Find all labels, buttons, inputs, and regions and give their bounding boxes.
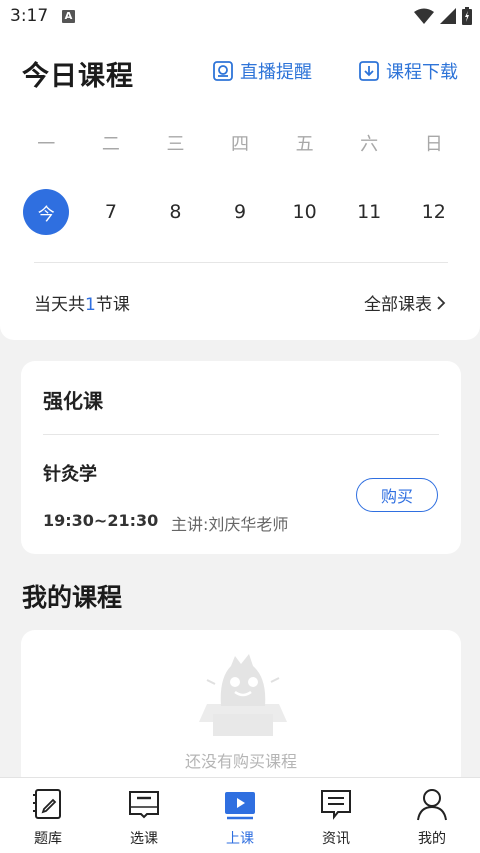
weekday-label: 日 <box>424 134 443 155</box>
notification-badge: A <box>62 10 75 23</box>
summary-prefix: 当天共 <box>34 295 85 315</box>
tab-class[interactable]: 上课 <box>192 778 288 853</box>
tab-label: 上课 <box>226 831 254 847</box>
weekday-label: 二 <box>101 134 120 155</box>
my-courses-empty-card: 还没有购买课程 <box>21 630 461 790</box>
weekday-label: 六 <box>360 134 379 155</box>
date-today[interactable]: 今 <box>14 189 79 235</box>
bottom-tab-bar: 题库 选课 上课 资讯 我的 <box>0 777 480 853</box>
course-download-button[interactable]: 课程下载 <box>358 58 458 84</box>
all-schedule-link[interactable]: 全部课表 <box>364 290 446 315</box>
date-cell[interactable]: 9 <box>208 189 273 235</box>
empty-state-text: 还没有购买课程 <box>184 752 297 771</box>
date-cell[interactable]: 8 <box>143 189 208 235</box>
date-cell[interactable]: 12 <box>401 189 466 235</box>
tab-profile[interactable]: 我的 <box>384 778 480 853</box>
weekday-row: 一 二 三 四 五 六 日 <box>14 130 466 156</box>
buy-button[interactable]: 购买 <box>356 478 438 512</box>
date-label: 7 <box>104 201 117 223</box>
status-time: 3:17 <box>10 6 49 26</box>
course-name[interactable]: 针灸学 <box>43 460 97 486</box>
course-select-icon <box>129 791 159 819</box>
summary-suffix: 节课 <box>95 295 130 315</box>
weekday-label: 三 <box>166 134 185 155</box>
play-class-icon <box>225 792 255 820</box>
divider <box>34 262 448 263</box>
live-reminder-button[interactable]: 直播提醒 <box>212 58 312 84</box>
date-label: 11 <box>357 201 382 223</box>
divider <box>43 434 439 435</box>
date-label: 9 <box>233 201 247 223</box>
question-bank-icon <box>33 789 61 819</box>
live-reminder-icon <box>213 61 233 81</box>
tab-label: 资讯 <box>322 831 350 847</box>
profile-icon <box>417 789 447 821</box>
page-title: 今日课程 <box>22 61 134 92</box>
news-icon <box>321 790 351 820</box>
download-icon <box>359 61 379 81</box>
wifi-icon <box>414 8 434 24</box>
empty-state-mascot-icon <box>199 654 287 736</box>
date-label: 12 <box>421 201 446 223</box>
tab-label: 题库 <box>34 831 62 847</box>
weekday-label: 五 <box>295 134 314 155</box>
course-count-summary: 当天共1节课 <box>34 290 130 315</box>
date-label: 今 <box>23 189 70 235</box>
tab-news[interactable]: 资讯 <box>288 778 384 853</box>
summary-count: 1 <box>85 295 96 315</box>
chevron-right-icon <box>437 295 446 310</box>
intensive-course-card: 强化课 针灸学 19:30~21:30 主讲:刘庆华老师 购买 <box>21 361 461 554</box>
course-download-label: 课程下载 <box>386 62 458 83</box>
tab-label: 我的 <box>418 831 446 847</box>
weekday-label: 一 <box>37 134 56 155</box>
tab-course-select[interactable]: 选课 <box>96 778 192 853</box>
date-cell[interactable]: 10 <box>272 189 337 235</box>
course-time: 19:30~21:30 <box>43 511 159 530</box>
signal-icon <box>440 8 456 24</box>
course-teacher: 主讲:刘庆华老师 <box>171 515 289 534</box>
battery-icon <box>462 7 472 25</box>
date-row: 今 7 8 9 10 11 12 <box>14 189 466 235</box>
date-cell[interactable]: 7 <box>79 189 144 235</box>
weekday-label: 四 <box>231 134 250 155</box>
today-courses-card: 今日课程 直播提醒 课程下载 一 二 三 四 五 六 日 今 7 8 9 10 … <box>0 34 480 340</box>
tab-label: 选课 <box>130 831 158 847</box>
all-schedule-label: 全部课表 <box>364 295 432 315</box>
section-title: 强化课 <box>43 389 103 413</box>
date-label: 8 <box>169 201 182 223</box>
date-label: 10 <box>292 201 317 223</box>
tab-question-bank[interactable]: 题库 <box>0 778 96 853</box>
status-icons <box>414 6 472 26</box>
date-cell[interactable]: 11 <box>337 189 402 235</box>
status-bar: 3:17 A <box>0 0 480 34</box>
live-reminder-label: 直播提醒 <box>240 62 312 83</box>
my-courses-title: 我的课程 <box>22 583 123 612</box>
